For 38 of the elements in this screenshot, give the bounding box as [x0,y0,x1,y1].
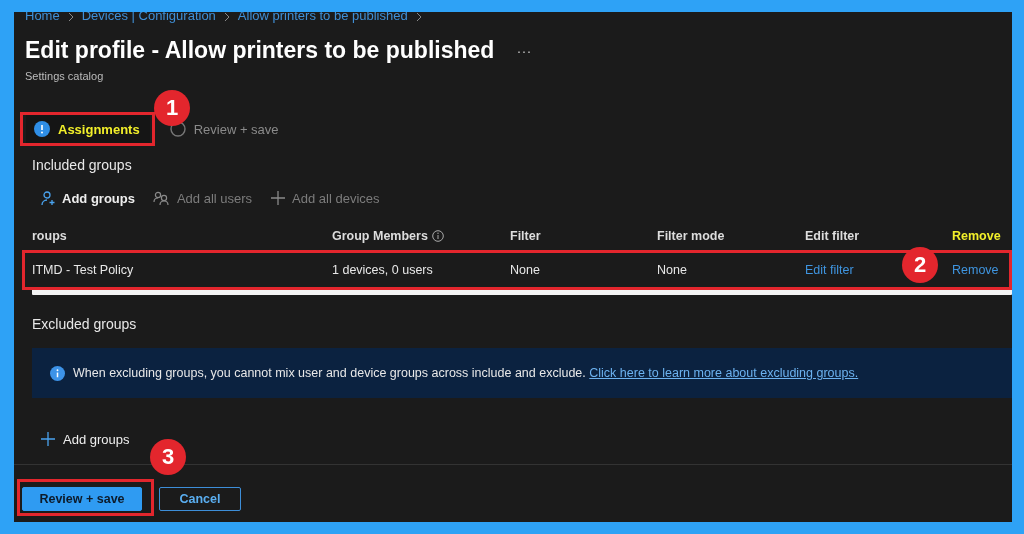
table-cell-text: None [657,263,688,277]
step-number-badge: 3 [150,439,186,475]
step-number-badge: 1 [154,90,190,126]
chevron-icon [223,12,230,22]
column-header: Remove [952,229,1002,243]
learn-more-link[interactable]: Click here to learn more about excluding groups. [589,366,859,380]
column-header: Filter mode [657,229,726,243]
column-header: Group Members [332,229,428,243]
page-subtitle: Settings catalog [25,70,105,82]
table-cell-text: 1 devices, 0 users [332,263,434,277]
horizontal-scrollbar[interactable] [32,289,1012,295]
add-groups-button[interactable]: Add groups [32,431,130,447]
cancel-button[interactable]: Cancel [159,487,241,511]
info-icon [34,121,50,137]
users-icon [152,190,171,206]
section-heading: Excluded groups [32,316,138,332]
add-user-icon [40,190,56,206]
remove-link[interactable]: Remove [952,263,999,277]
section-heading: Included groups [32,157,133,173]
toolbar-action[interactable]: Add groups [40,190,135,206]
review-save-button[interactable]: Review + save [22,487,142,511]
wizard-step-tab[interactable]: Assignments [26,115,150,143]
table-cell-text: None [510,263,541,277]
chevron-icon [415,12,422,22]
plus-icon [270,190,287,206]
edit-filter-link[interactable]: Edit filter [805,263,854,277]
plus-icon [40,431,56,447]
table-cell-text: ITMD - Test Policy [32,263,135,277]
info-icon [50,365,65,381]
info-icon[interactable] [431,230,444,242]
info-message: When excluding groups, you cannot mix user and device groups across include and exclude. Click here to learn more about excluding groups. [73,366,859,380]
column-header: Edit filter [805,229,861,243]
column-header: Filter [510,229,542,243]
chevron-icon [67,12,74,22]
step-number-badge: 2 [902,247,938,283]
page-title: Edit profile - Allow printers to be published [25,37,495,64]
column-header: roups [32,229,68,243]
more-options[interactable]: ··· [516,42,532,59]
